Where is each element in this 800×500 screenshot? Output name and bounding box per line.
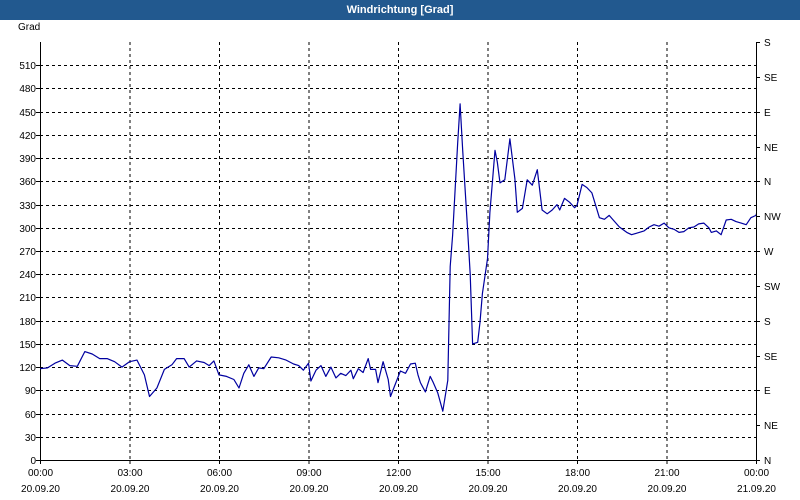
- x-tick-label-date: 20.09.20: [558, 484, 597, 495]
- y-tick-label: 150: [19, 340, 36, 351]
- y-tick-label: 30: [25, 433, 37, 444]
- right-tick-label: SW: [764, 282, 781, 293]
- y-tick-label: 300: [19, 224, 36, 235]
- right-tick-label: SE: [764, 352, 778, 363]
- x-tick-label-date: 20.09.20: [21, 484, 60, 495]
- x-tick-label-date: 20.09.20: [111, 484, 150, 495]
- x-tick-label-date: 20.09.20: [290, 484, 329, 495]
- y-tick-label: 510: [19, 61, 36, 72]
- x-tick-label-time: 00:00: [744, 468, 769, 479]
- x-tick-label-time: 06:00: [207, 468, 232, 479]
- x-tick-label-time: 12:00: [386, 468, 411, 479]
- y-tick-label: 360: [19, 177, 36, 188]
- x-tick-label-time: 09:00: [296, 468, 321, 479]
- right-tick-label: NE: [764, 143, 778, 154]
- right-tick-label: NE: [764, 421, 778, 432]
- y-tick-label: 330: [19, 201, 36, 212]
- right-tick-label: E: [764, 386, 771, 397]
- right-tick-label: S: [764, 317, 771, 328]
- y-tick-label: 240: [19, 270, 36, 281]
- x-tick-label-time: 18:00: [565, 468, 590, 479]
- right-tick-label: S: [764, 38, 771, 49]
- right-tick-label: E: [764, 108, 771, 119]
- y-tick-label: 90: [25, 386, 37, 397]
- x-tick-label-time: 21:00: [654, 468, 679, 479]
- y-tick-label: 450: [19, 108, 36, 119]
- y-tick-label: 120: [19, 363, 36, 374]
- y-tick-label: 480: [19, 84, 36, 95]
- right-tick-label: N: [764, 456, 771, 467]
- y-tick-label: 420: [19, 131, 36, 142]
- chart-title: Windrichtung [Grad]: [0, 0, 800, 20]
- x-tick-label-date: 20.09.20: [379, 484, 418, 495]
- y-tick-label: 0: [30, 456, 36, 467]
- y-axis-label: Grad: [18, 22, 40, 33]
- x-tick-label-date: 20.09.20: [648, 484, 687, 495]
- y-tick-label: 180: [19, 317, 36, 328]
- x-tick-label-time: 15:00: [475, 468, 500, 479]
- right-tick-label: NW: [764, 212, 781, 223]
- wind-direction-chart: 0 30 60 90 120 150 180 210 240 270 300 330 360 390 420…: [18, 22, 781, 495]
- right-tick-label: SE: [764, 73, 778, 84]
- x-tick-label-time: 03:00: [117, 468, 142, 479]
- x-tick-label-date: 20.09.20: [469, 484, 508, 495]
- grid-lines: [40, 42, 756, 460]
- right-tick-label: N: [764, 177, 771, 188]
- series-line: [40, 103, 756, 412]
- plot-area: [40, 103, 756, 412]
- y-tick-label: 210: [19, 293, 36, 304]
- right-tick-label: W: [764, 247, 774, 258]
- y-tick-label: 270: [19, 247, 36, 258]
- y-tick-label: 60: [25, 410, 37, 421]
- x-tick-label-time: 00:00: [28, 468, 53, 479]
- x-tick-label-date: 20.09.20: [200, 484, 239, 495]
- y-tick-label: 390: [19, 154, 36, 165]
- x-tick-label-date: 21.09.20: [737, 484, 776, 495]
